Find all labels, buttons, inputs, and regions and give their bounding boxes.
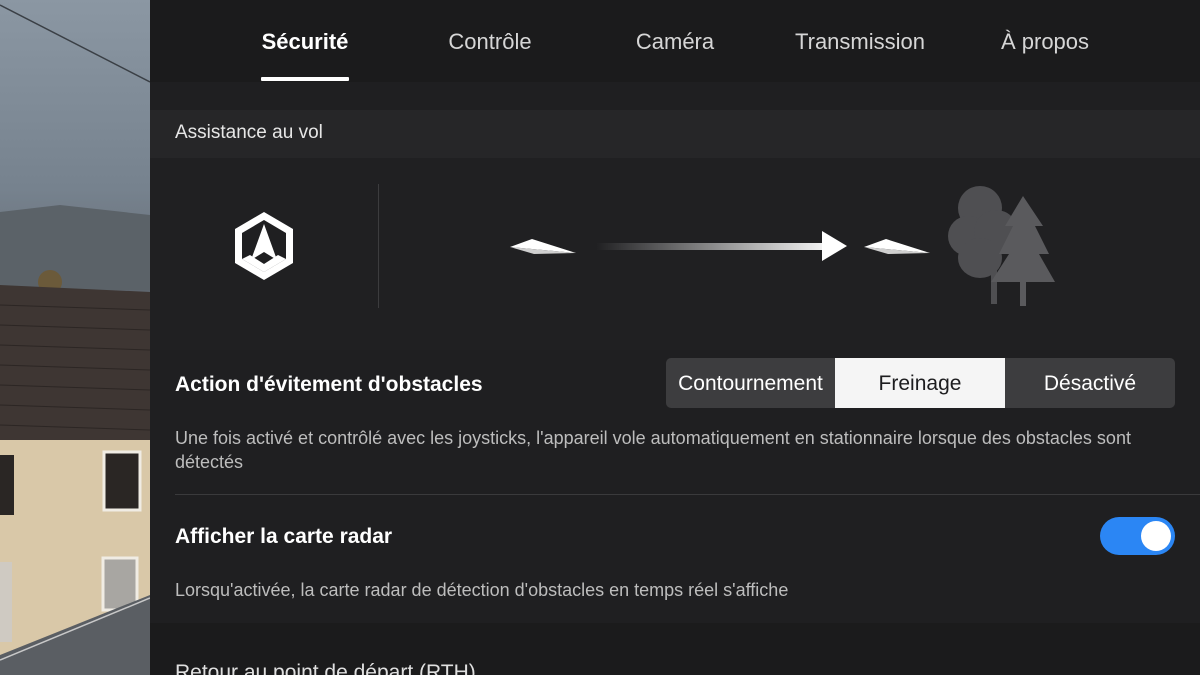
radar-map-toggle[interactable] [1100,517,1175,555]
option-desactive[interactable]: Désactivé [1005,358,1175,408]
apas-hexagon-icon [235,212,293,280]
trees-icon [948,186,1055,306]
radar-map-title: Afficher la carte radar [175,525,393,548]
next-section-header: Retour au point de départ (RTH) [150,623,1200,675]
toggle-knob [1141,521,1171,551]
paper-plane-icon [510,239,576,254]
option-freinage[interactable]: Freinage [835,358,1005,408]
illustration-divider [378,184,379,308]
tab-camera[interactable]: Caméra [615,0,735,82]
illustration-graphic [235,186,1055,306]
obstacle-illustration [150,158,1200,350]
arrow-right-icon [596,231,847,261]
section-title: Assistance au vol [175,122,323,143]
camera-feed-scene [0,4,150,675]
tab-transmission[interactable]: Transmission [780,0,940,82]
tab-bar: Sécurité Contrôle Caméra Transmission À … [150,0,1200,82]
obstacle-avoidance-segmented-control: Contournement Freinage Désactivé [666,358,1175,408]
obstacle-avoidance-title: Action d'évitement d'obstacles [175,373,483,396]
obstacle-avoidance-description: Une fois activé et contrôlé avec les joy… [175,428,1131,472]
section-header: Assistance au vol [150,110,1200,158]
paper-plane-icon [864,239,930,254]
option-contournement[interactable]: Contournement [666,358,835,408]
tab-controle[interactable]: Contrôle [430,0,550,82]
camera-feed [0,0,150,675]
settings-panel: Sécurité Contrôle Caméra Transmission À … [150,0,1200,675]
rth-section-title[interactable]: Retour au point de départ (RTH) [175,661,476,675]
row-divider [175,494,1200,495]
radar-map-description: Lorsqu'activée, la carte radar de détect… [175,580,789,600]
tab-securite[interactable]: Sécurité [245,0,365,82]
active-tab-indicator [261,77,349,81]
tab-a-propos[interactable]: À propos [980,0,1110,82]
